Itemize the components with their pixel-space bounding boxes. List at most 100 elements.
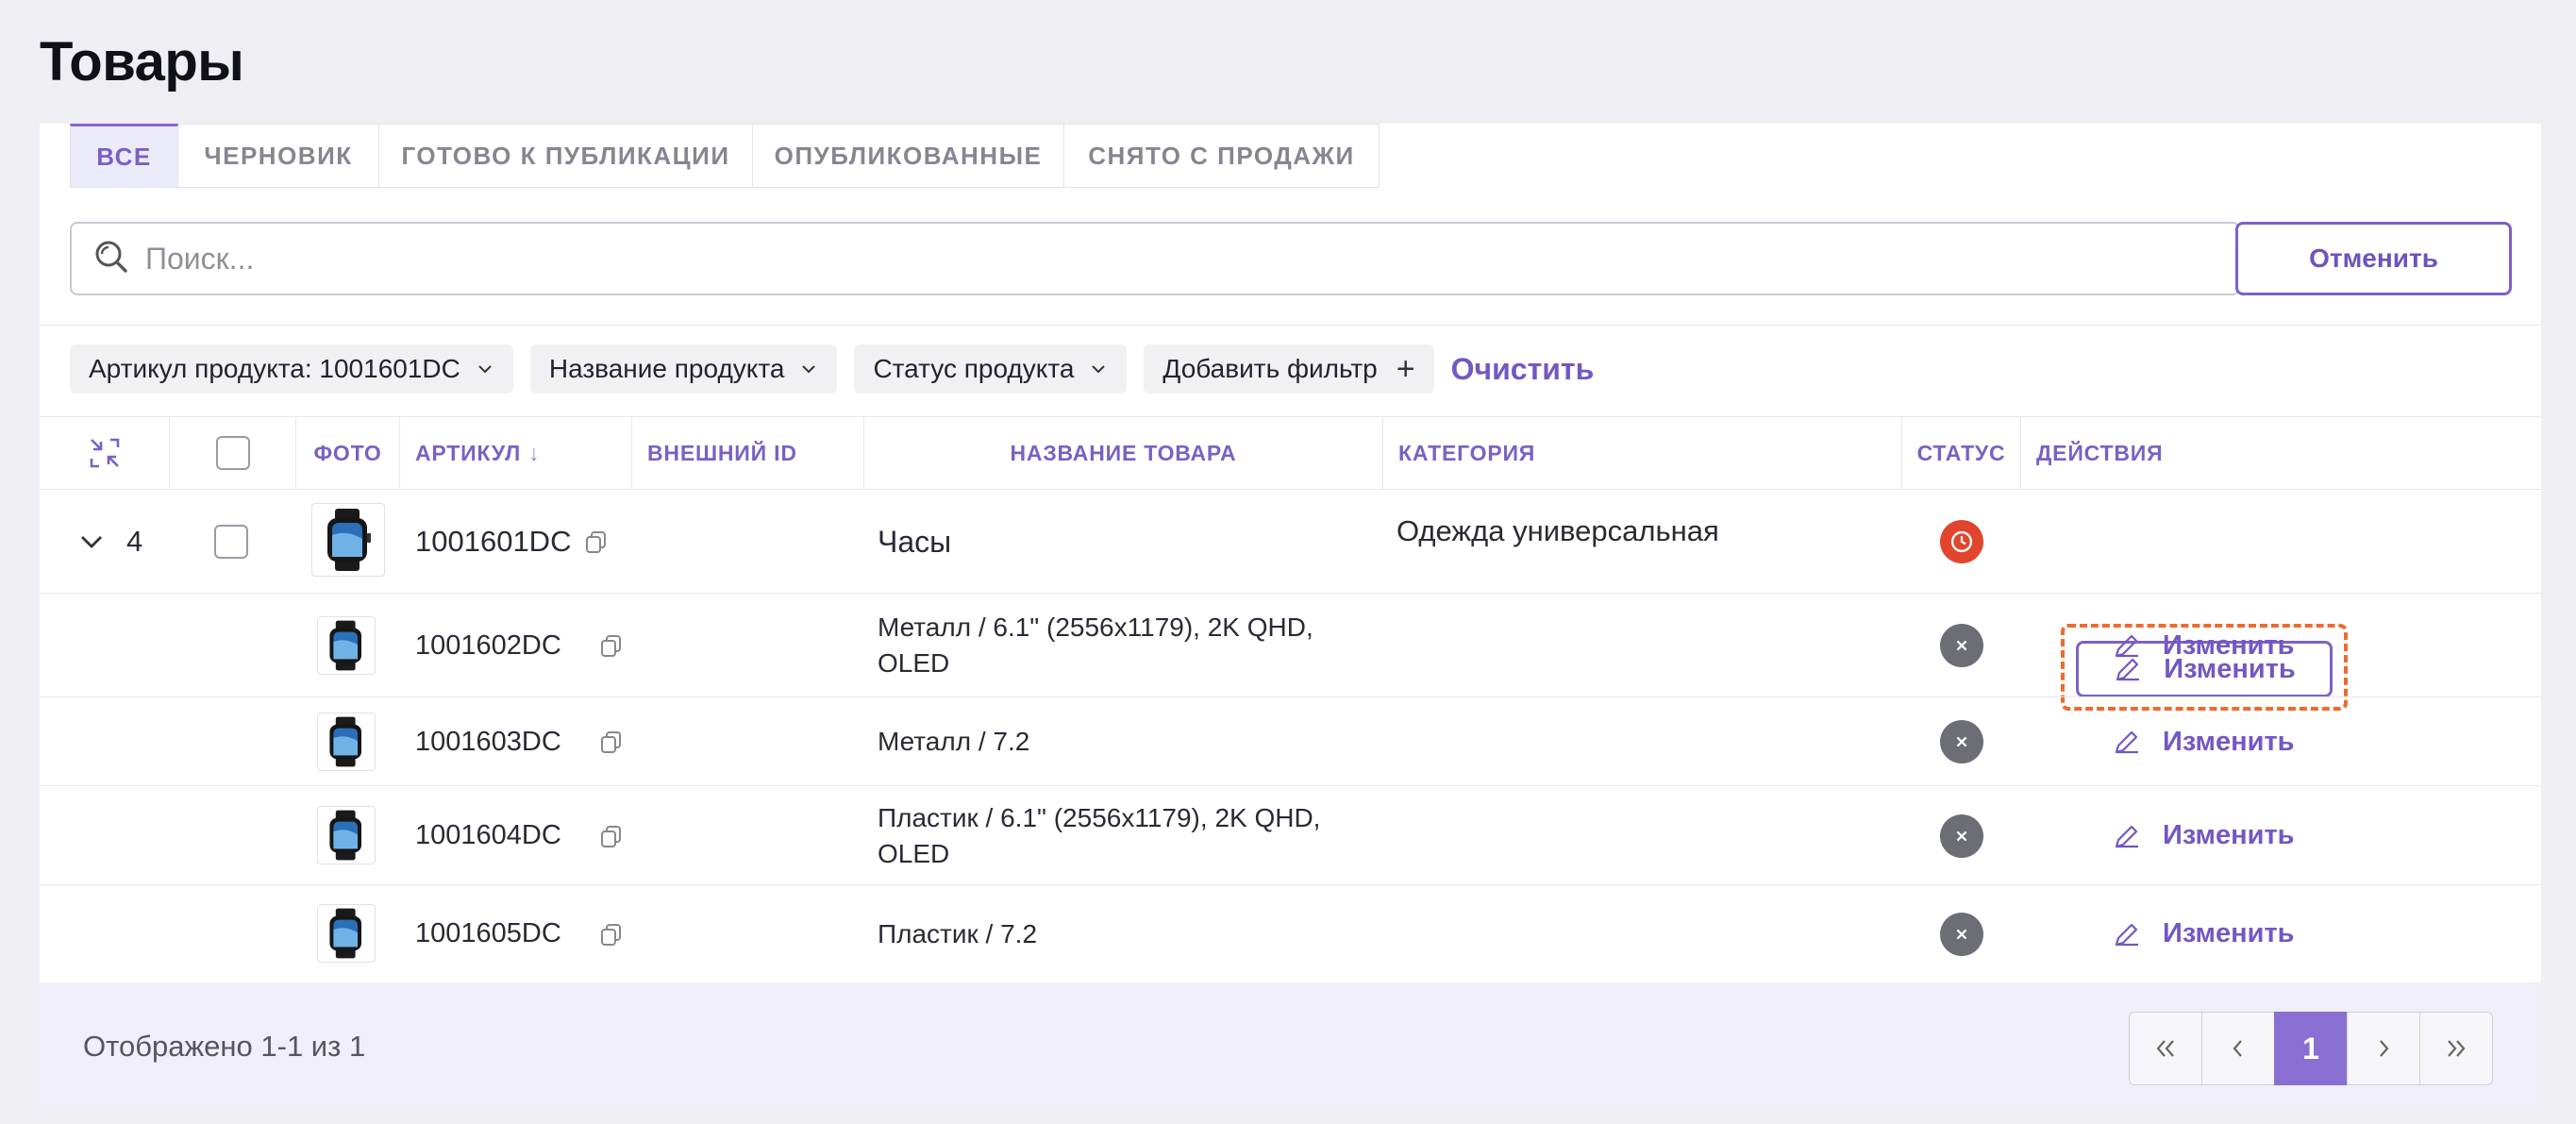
- status-removed-badge: [1940, 720, 1983, 763]
- product-name-cell: Металл / 6.1" (2556x1179), 2K QHD, OLED: [878, 594, 1368, 697]
- sku-text: 1001604DC: [415, 820, 561, 850]
- copy-icon[interactable]: [599, 730, 624, 754]
- close-icon: [1956, 830, 1967, 841]
- search-icon: [92, 238, 130, 280]
- edit-link[interactable]: Изменить: [2112, 697, 2295, 786]
- product-photo: [317, 713, 376, 771]
- product-name-cell: Часы: [878, 490, 951, 594]
- chevron-down-icon: [802, 365, 816, 374]
- product-name: Пластик / 7.2: [878, 918, 1038, 948]
- table-row: 1001603DC Металл / 7.2 Изменить: [40, 697, 2541, 786]
- filter-bar: Артикул продукта: 1001601DC Название про…: [70, 344, 1594, 394]
- chevron-right-icon: [2380, 1040, 2389, 1057]
- chevron-down-icon: [478, 365, 492, 374]
- edit-link[interactable]: Изменить: [2112, 786, 2295, 885]
- clear-filters-link[interactable]: Очистить: [1451, 352, 1595, 387]
- copy-icon[interactable]: [599, 922, 624, 947]
- variant-count: 4: [126, 525, 143, 558]
- tab-published[interactable]: ОПУБЛИКОВАННЫЕ: [753, 124, 1064, 188]
- prev-page-button[interactable]: [2201, 1012, 2275, 1085]
- category-cell: Одежда универсальная: [1397, 514, 1719, 548]
- header-sku[interactable]: АРТИКУЛ ↓: [400, 417, 632, 489]
- status-cell: [1940, 885, 1983, 982]
- sku-text: 1001602DC: [415, 629, 561, 661]
- search-input[interactable]: Поиск...: [70, 222, 2240, 295]
- copy-icon[interactable]: [599, 824, 624, 848]
- pencil-icon: [2115, 730, 2138, 754]
- search-placeholder: Поиск...: [145, 241, 255, 276]
- filter-chip-label: Артикул продукта: 1001601DC: [89, 354, 460, 383]
- chevron-left-icon: [2233, 1040, 2242, 1057]
- cancel-button[interactable]: Отменить: [2235, 222, 2512, 295]
- add-filter-label: Добавить фильтр: [1163, 354, 1378, 383]
- header-category: КАТЕГОРИЯ: [1383, 417, 1902, 489]
- row-checkbox[interactable]: [214, 525, 248, 559]
- select-all-checkbox[interactable]: [215, 436, 250, 470]
- table-row-parent: 4 1001601DC Часы Одежда универсальная: [40, 490, 2541, 594]
- page-title: Товары: [40, 31, 244, 92]
- collapse-all-button[interactable]: [40, 417, 170, 489]
- status-cell: [1940, 490, 1983, 594]
- header-actions: ДЕЙСТВИЯ: [2036, 440, 2164, 465]
- table-header: ФОТО АРТИКУЛ ↓ ВНЕШНИЙ ID НАЗВАНИЕ ТОВАР…: [40, 416, 2541, 490]
- sku-cell: 1001604DC: [415, 786, 624, 885]
- filter-chip-name[interactable]: Название продукта: [529, 344, 838, 394]
- status-cell: [1940, 594, 1983, 697]
- pencil-icon: [2115, 923, 2138, 946]
- watch-image: [311, 503, 385, 577]
- pencil-icon: [2115, 634, 2138, 658]
- page-button-current[interactable]: 1: [2274, 1012, 2348, 1085]
- copy-icon[interactable]: [599, 633, 624, 658]
- product-photo: [311, 503, 385, 577]
- clock-icon: [1950, 530, 1973, 553]
- plus-icon: +: [1396, 351, 1415, 387]
- header-status: СТАТУС: [1902, 417, 2021, 489]
- add-filter-button[interactable]: Добавить фильтр +: [1144, 344, 1434, 394]
- pagination: 1: [2129, 1012, 2493, 1085]
- close-icon: [1956, 736, 1967, 747]
- table-row: 1001605DC Пластик / 7.2 Изменить: [40, 885, 2541, 982]
- edit-link-label: Изменить: [2163, 629, 2295, 661]
- chevron-down-icon: [81, 536, 102, 548]
- double-chevron-right-icon: [2448, 1040, 2466, 1057]
- table-row: 1001604DC Пластик / 6.1" (2556x1179), 2K…: [40, 786, 2541, 885]
- expand-toggle[interactable]: 4: [77, 490, 142, 594]
- row-checkbox-cell: [214, 490, 248, 594]
- last-page-button[interactable]: [2419, 1012, 2493, 1085]
- product-photo: [317, 904, 376, 963]
- sku-text: 1001601DC: [415, 525, 572, 558]
- header-name: НАЗВАНИЕ ТОВАРА: [864, 417, 1383, 489]
- tab-all[interactable]: ВСЕ: [70, 124, 178, 188]
- filter-chip-sku[interactable]: Артикул продукта: 1001601DC: [70, 344, 513, 394]
- status-removed-badge: [1940, 912, 1983, 956]
- filter-chip-label: Название продукта: [548, 354, 785, 383]
- sku-cell: 1001601DC: [415, 490, 609, 594]
- next-page-button[interactable]: [2347, 1012, 2420, 1085]
- tab-unpublished[interactable]: СНЯТО С ПРОДАЖИ: [1064, 124, 1380, 188]
- sku-cell: 1001605DC: [415, 885, 624, 982]
- edit-link-label: Изменить: [2163, 918, 2295, 948]
- product-name: Часы: [878, 525, 952, 559]
- filter-chip-label: Статус продукта: [873, 354, 1075, 383]
- watch-image: [317, 904, 376, 963]
- tab-draft[interactable]: ЧЕРНОВИК: [178, 124, 379, 188]
- edit-link-label: Изменить: [2163, 820, 2295, 850]
- edit-link-label: Изменить: [2163, 726, 2295, 757]
- copy-icon[interactable]: [584, 529, 609, 554]
- select-all-cell: [170, 417, 296, 489]
- status-cell: [1940, 786, 1983, 885]
- product-name-cell: Металл / 7.2: [878, 697, 1029, 786]
- status-cell: [1940, 697, 1983, 786]
- filter-chip-status[interactable]: Статус продукта: [854, 344, 1128, 394]
- watch-image: [317, 806, 376, 864]
- watch-image: [317, 713, 376, 771]
- edit-link[interactable]: Изменить: [2112, 885, 2295, 982]
- products-panel: ВСЕ ЧЕРНОВИК ГОТОВО К ПУБЛИКАЦИИ ОПУБЛИК…: [40, 124, 2541, 1110]
- double-chevron-left-icon: [2156, 1040, 2174, 1057]
- tab-ready[interactable]: ГОТОВО К ПУБЛИКАЦИИ: [379, 124, 753, 188]
- close-icon: [1956, 640, 1967, 651]
- close-icon: [1956, 929, 1967, 939]
- edit-link[interactable]: Изменить: [2112, 594, 2295, 697]
- first-page-button[interactable]: [2129, 1012, 2202, 1085]
- sku-text: 1001603DC: [415, 726, 561, 757]
